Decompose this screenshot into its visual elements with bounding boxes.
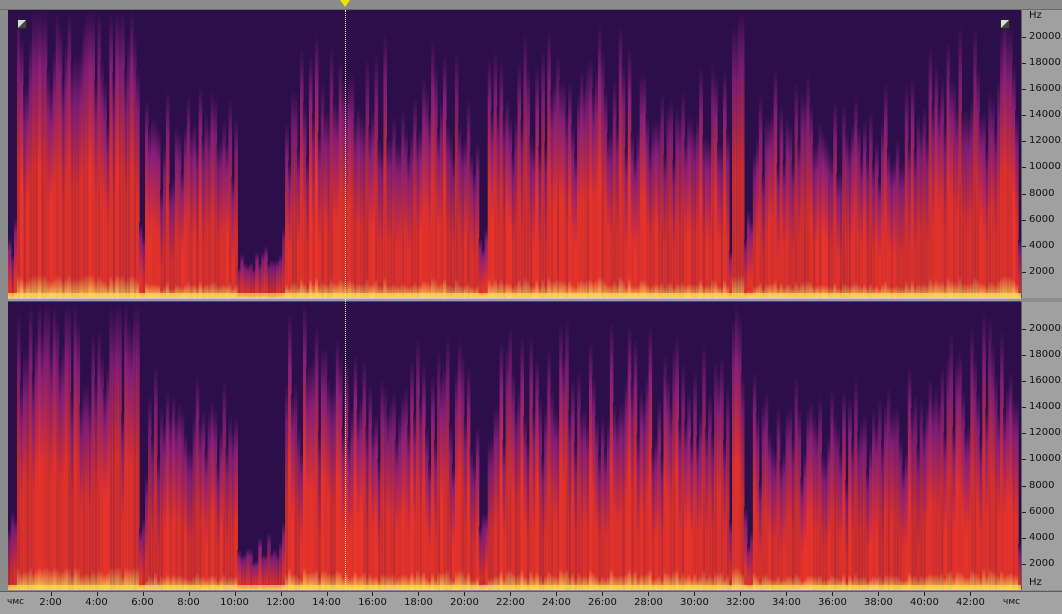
time-tick-label: 38:00 [863, 597, 893, 608]
frequency-tick-label: 2000 [1029, 557, 1055, 569]
frequency-tick [1022, 511, 1026, 513]
frequency-tick-label: 18000 [1029, 348, 1061, 360]
time-tick-label: 28:00 [634, 597, 663, 608]
time-tick-label: 26:00 [588, 597, 617, 608]
frequency-tick [1022, 563, 1026, 565]
frequency-tick [1022, 381, 1026, 383]
time-tick-label: 20:00 [450, 597, 479, 608]
time-tick-label: 2:00 [39, 597, 62, 608]
time-tick [418, 592, 420, 596]
spectral-editor[interactable]: Hz 20000 18000 16000 14000 12000 10000 8000 600… [0, 0, 1062, 614]
frequency-tick-label: 10000 [1029, 453, 1061, 465]
time-tick [740, 592, 742, 596]
playhead-marker[interactable] [339, 0, 350, 7]
frequency-tick-label: 6000 [1029, 505, 1055, 517]
time-tick [464, 592, 466, 596]
spectrogram-canvas-2 [8, 302, 1021, 590]
time-tick [786, 592, 788, 596]
time-tick-label: 22:00 [496, 597, 525, 608]
frequency-tick-label: 4000 [1029, 239, 1055, 251]
frequency-tick-label: 16000 [1029, 83, 1061, 95]
time-tick-label: 42:00 [955, 597, 985, 608]
time-tick-label: 32:00 [726, 597, 755, 608]
frequency-tick [1022, 537, 1026, 539]
time-tick-label: 40:00 [909, 597, 939, 608]
zoom-corner-button-right[interactable] [1000, 19, 1010, 29]
frequency-tick-label: 4000 [1029, 531, 1055, 543]
frequency-ruler-1[interactable]: Hz 20000 18000 16000 14000 12000 10000 8000 600… [1021, 10, 1062, 298]
frequency-tick [1022, 167, 1026, 169]
time-tick [280, 592, 282, 596]
frequency-tick [1022, 485, 1026, 487]
frequency-tick-label: 20000 [1029, 30, 1061, 42]
time-tick-label: 10:00 [220, 597, 249, 608]
time-tick-label: 12:00 [266, 597, 295, 608]
time-tick-label: 30:00 [680, 597, 709, 608]
hz-unit-label: Hz [1029, 10, 1042, 21]
time-tick [878, 592, 880, 596]
zoom-corner-button-left[interactable] [17, 19, 27, 29]
frequency-tick [1022, 219, 1026, 221]
time-tick-label: 16:00 [358, 597, 387, 608]
time-tick-label: 18:00 [404, 597, 433, 608]
time-tick [602, 592, 604, 596]
frequency-tick [1022, 89, 1026, 91]
frequency-tick [1022, 354, 1026, 356]
time-tick [326, 592, 328, 596]
time-tick [832, 592, 834, 596]
time-tick-label: 6:00 [131, 597, 154, 608]
time-tick [96, 592, 98, 596]
spectrogram-channel-2[interactable] [8, 302, 1021, 590]
frequency-ruler-2[interactable]: Hz 20000 18000 16000 14000 12000 10000 8000 600… [1021, 302, 1062, 590]
time-tick [234, 592, 236, 596]
frequency-tick [1022, 193, 1026, 195]
hz-unit-label: Hz [1029, 577, 1042, 588]
time-unit-label-right: чмс [1003, 597, 1021, 607]
time-tick [970, 592, 972, 596]
time-ruler[interactable]: чмс чмс 2:00 4:00 6:00 8:00 10:00 12:00 14:00 1… [0, 591, 1062, 614]
frequency-tick-label: 2000 [1029, 265, 1055, 277]
frequency-tick [1022, 62, 1026, 64]
frequency-tick-label: 8000 [1029, 479, 1055, 491]
time-tick-label: 4:00 [85, 597, 108, 608]
low-frequency-band [8, 585, 1021, 590]
frequency-tick [1022, 245, 1026, 247]
time-tick [694, 592, 696, 596]
frequency-tick-label: 16000 [1029, 375, 1061, 387]
frequency-tick-label: 6000 [1029, 213, 1055, 225]
time-tick-label: 8:00 [177, 597, 200, 608]
frequency-tick-label: 18000 [1029, 56, 1061, 68]
frequency-tick [1022, 141, 1026, 143]
time-unit-label-left: чмс [7, 597, 25, 607]
time-tick [188, 592, 190, 596]
spectrogram-channel-1[interactable] [8, 10, 1021, 298]
frequency-tick-label: 12000 [1029, 427, 1061, 439]
frequency-tick-label: 12000 [1029, 135, 1061, 147]
frequency-tick-label: 20000 [1029, 322, 1061, 334]
frequency-tick [1022, 36, 1026, 38]
frequency-tick-label: 10000 [1029, 161, 1061, 173]
time-tick [556, 592, 558, 596]
spectrogram-canvas-1 [8, 10, 1021, 298]
frequency-tick [1022, 115, 1026, 117]
time-tick-label: 36:00 [818, 597, 847, 608]
frequency-tick [1022, 459, 1026, 461]
time-tick [510, 592, 512, 596]
frequency-tick [1022, 271, 1026, 273]
time-tick [924, 592, 926, 596]
frequency-tick [1022, 328, 1026, 330]
frequency-tick-label: 8000 [1029, 187, 1055, 199]
time-tick [648, 592, 650, 596]
frequency-tick-label: 14000 [1029, 401, 1061, 413]
frequency-tick [1022, 407, 1026, 409]
frequency-tick-label: 14000 [1029, 109, 1061, 121]
time-tick-label: 14:00 [312, 597, 341, 608]
time-tick [372, 592, 374, 596]
time-tick [50, 592, 52, 596]
time-tick-label: 24:00 [542, 597, 571, 608]
time-tick-label: 34:00 [772, 597, 801, 608]
frequency-tick [1022, 433, 1026, 435]
time-tick [142, 592, 144, 596]
top-strip [0, 0, 1062, 10]
